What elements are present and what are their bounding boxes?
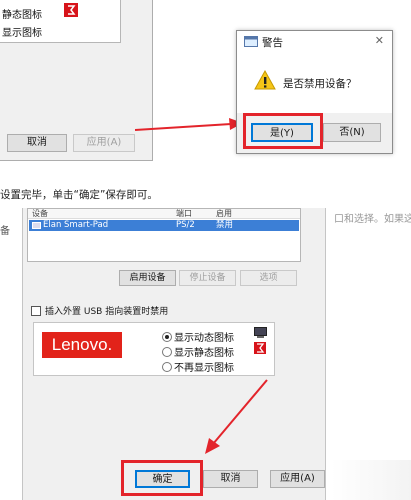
warning-dialog: 警告 ✕ 是否禁用设备？ 是(Y) 否(N) [236,30,393,154]
device-settings-dialog: 设备 端口 启用 Elan Smart-Pad PS/2 禁用 启用设备 停止设… [22,208,326,500]
column-device: 设备 [32,209,48,218]
column-port: 端口 [176,209,192,218]
apply-button[interactable]: 应用(A) [270,470,325,488]
radio-static-icon[interactable] [162,347,172,357]
pointer-arrow [135,118,243,131]
ok-highlight-box [121,460,203,496]
static-tray-icon [64,3,78,17]
static-icon-option-label: 静态图标 [2,10,42,21]
background-dialog: 静态图标 显示图标 取消 应用(A) [0,0,153,161]
yes-highlight-box [243,113,323,149]
lenovo-logo: Lenovo. [42,332,122,358]
instruction-caption: 设置完毕，单击“确定”保存即可。 [0,189,158,201]
cancel-button[interactable]: 取消 [203,470,258,488]
apply-button[interactable]: 应用(A) [73,134,135,152]
watermark-fade [331,460,411,500]
radio-dynamic-icon[interactable] [162,332,172,342]
touchpad-device-icon [32,222,41,229]
enable-device-button[interactable]: 启用设备 [119,270,176,286]
clipped-left-text: 备 [0,226,10,237]
app-window-icon [244,36,258,47]
radio-no-icon-label: 不再显示图标 [174,363,234,374]
device-name: Elan Smart-Pad [43,220,109,230]
dynamic-tray-icon [254,327,267,338]
radio-no-icon[interactable] [162,362,172,372]
clipped-background-text: 口和选择。如果这个 [334,214,411,225]
close-icon[interactable]: ✕ [375,34,384,47]
stop-device-button[interactable]: 停止设备 [179,270,236,286]
device-list[interactable]: 设备 端口 启用 Elan Smart-Pad PS/2 禁用 [27,208,301,262]
usb-disable-label: 插入外置 USB 指向装置时禁用 [45,307,169,317]
pointer-arrow-2 [205,379,268,454]
options-button[interactable]: 选项 [240,270,297,286]
device-port: PS/2 [176,220,195,230]
warning-title: 警告 [262,37,283,49]
device-row-selected[interactable]: Elan Smart-Pad PS/2 禁用 [29,220,299,231]
warning-title-bar: 警告 ✕ [237,31,392,53]
cancel-button[interactable]: 取消 [7,134,67,152]
static-tray-icon [254,342,266,354]
column-enabled: 启用 [216,209,232,218]
no-button[interactable]: 否(N) [323,123,381,142]
device-list-header: 设备 端口 启用 [28,209,300,219]
device-enabled-state: 禁用 [216,220,234,230]
warning-message: 是否禁用设备？ [283,78,357,90]
radio-static-icon-label: 显示静态图标 [174,348,234,359]
radio-dynamic-icon-label: 显示动态图标 [174,333,234,344]
tray-icon-options-panel: Lenovo. 显示动态图标 显示静态图标 不再显示图标 [33,322,275,376]
warning-icon [254,70,276,90]
usb-disable-checkbox[interactable] [31,306,41,316]
show-icon-option-label: 显示图标 [2,28,42,39]
